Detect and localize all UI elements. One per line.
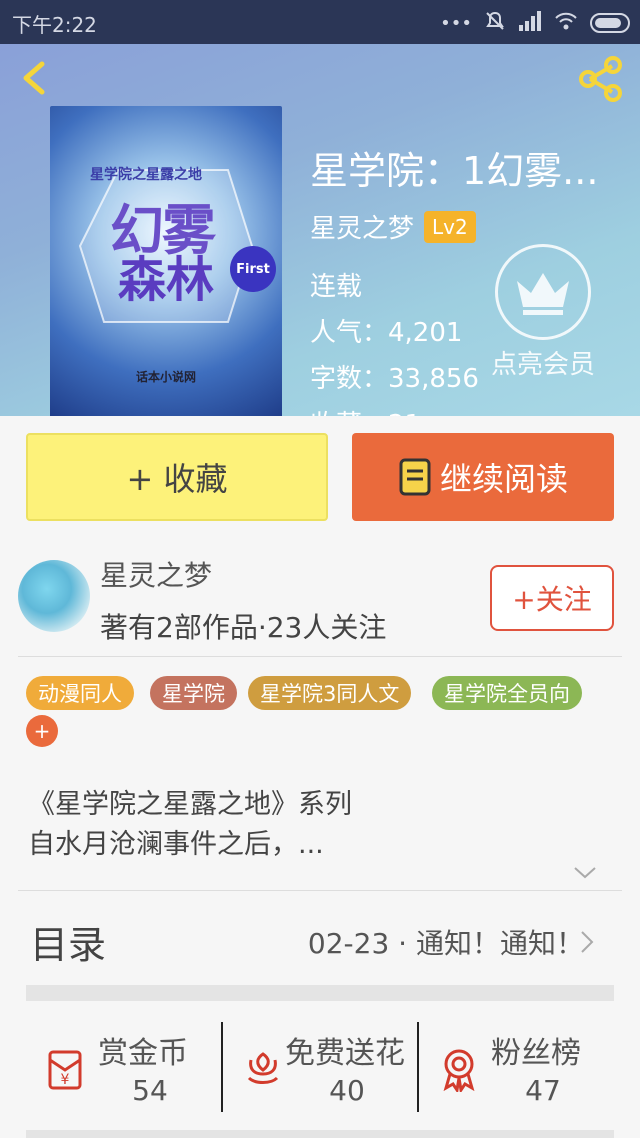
cover-title-line2: 森林 xyxy=(118,252,215,308)
vip-button[interactable]: 点亮会员 xyxy=(488,244,598,381)
book-icon xyxy=(399,458,431,496)
svg-text:¥: ¥ xyxy=(61,1072,70,1088)
chevron-right-icon xyxy=(581,931,594,953)
vip-label: 点亮会员 xyxy=(490,350,595,380)
book-word-count: 字数：33,856 xyxy=(310,364,479,394)
description-line2: 自水月沧澜事件之后，... xyxy=(28,829,324,860)
battery-icon xyxy=(590,13,630,33)
tag-item[interactable]: 星学院3同人文 xyxy=(248,676,412,710)
author-meta: 著有2部作品·23人关注 xyxy=(100,611,387,644)
header-author-name[interactable]: 星灵之梦 xyxy=(310,208,414,245)
divider xyxy=(18,656,622,657)
section-separator xyxy=(26,1130,614,1138)
stat-value: 54 xyxy=(132,1074,168,1107)
share-button[interactable] xyxy=(576,54,626,104)
toc-arrow[interactable] xyxy=(578,928,596,956)
section-separator xyxy=(26,985,614,1001)
chevron-down-icon xyxy=(574,867,596,879)
flower-icon xyxy=(247,1052,279,1084)
reward-coins-cell[interactable]: ¥ 赏金币 54 xyxy=(26,1018,222,1114)
description-line1: 《星学院之星露之地》系列 xyxy=(28,789,352,820)
signal-icon xyxy=(518,11,542,35)
book-favorites: 收藏：21 xyxy=(310,404,421,416)
toc-label[interactable]: 目录 xyxy=(30,914,106,969)
cover-publisher: 话本小说网 xyxy=(136,370,197,384)
status-time: 下午2:22 xyxy=(12,13,97,37)
reader-stats: ¥ 赏金币 54 免费送花 40 粉丝榜 47 xyxy=(26,1018,614,1114)
continue-reading-button[interactable]: 继续阅读 xyxy=(352,433,614,521)
stat-label: 免费送花 xyxy=(285,1036,405,1071)
favorite-button[interactable]: + 收藏 xyxy=(26,433,328,521)
wifi-icon xyxy=(554,11,578,35)
author-avatar[interactable] xyxy=(18,560,90,632)
tag-item[interactable]: 星学院全员向 xyxy=(432,676,582,710)
crown-icon xyxy=(517,273,569,315)
book-popularity: 人气：4,201 xyxy=(310,318,463,348)
stat-value: 40 xyxy=(329,1074,365,1107)
mute-bell-icon xyxy=(484,10,506,36)
cover-badge: First xyxy=(230,246,276,292)
follow-button[interactable]: +关注 xyxy=(490,565,614,631)
stat-label: 粉丝榜 xyxy=(491,1036,581,1071)
back-button[interactable] xyxy=(16,58,56,98)
cover-subtitle: 星学院之星露之地 xyxy=(90,167,202,183)
continue-reading-label: 继续阅读 xyxy=(439,460,568,498)
more-dots-icon: ••• xyxy=(440,12,472,34)
tag-item[interactable]: 星学院 xyxy=(150,676,237,710)
expand-description-button[interactable] xyxy=(572,862,598,882)
medal-icon xyxy=(443,1049,475,1092)
book-cover[interactable]: 星学院之星露之地 幻雾 森林 First 话本小说网 xyxy=(50,106,282,416)
divider xyxy=(18,890,622,891)
chevron-left-icon xyxy=(23,61,45,95)
book-status: 连载 xyxy=(310,272,363,302)
author-name[interactable]: 星灵之梦 xyxy=(100,554,212,594)
stat-label: 赏金币 xyxy=(98,1036,188,1071)
vip-ring xyxy=(495,244,591,340)
red-envelope-icon: ¥ xyxy=(48,1050,82,1090)
toc-latest-chapter[interactable]: 02-23 · 通知！通知！ xyxy=(308,922,584,962)
status-icons: ••• xyxy=(440,10,630,36)
author-row: 星灵之梦 Lv2 xyxy=(310,208,476,245)
share-icon xyxy=(579,56,622,102)
add-tag-button[interactable]: + xyxy=(26,715,58,747)
level-badge: Lv2 xyxy=(424,210,476,243)
fan-ranking-cell[interactable]: 粉丝榜 47 xyxy=(419,1018,615,1114)
book-header: 星学院之星露之地 幻雾 森林 First 话本小说网 星学院：1幻雾... 星灵… xyxy=(0,44,640,416)
stat-value: 47 xyxy=(525,1074,561,1107)
tag-item[interactable]: 动漫同人 xyxy=(26,676,134,710)
status-bar: 下午2:22 ••• xyxy=(0,0,640,44)
book-title: 星学院：1幻雾... xyxy=(310,149,599,193)
send-flowers-cell[interactable]: 免费送花 40 xyxy=(223,1018,419,1114)
